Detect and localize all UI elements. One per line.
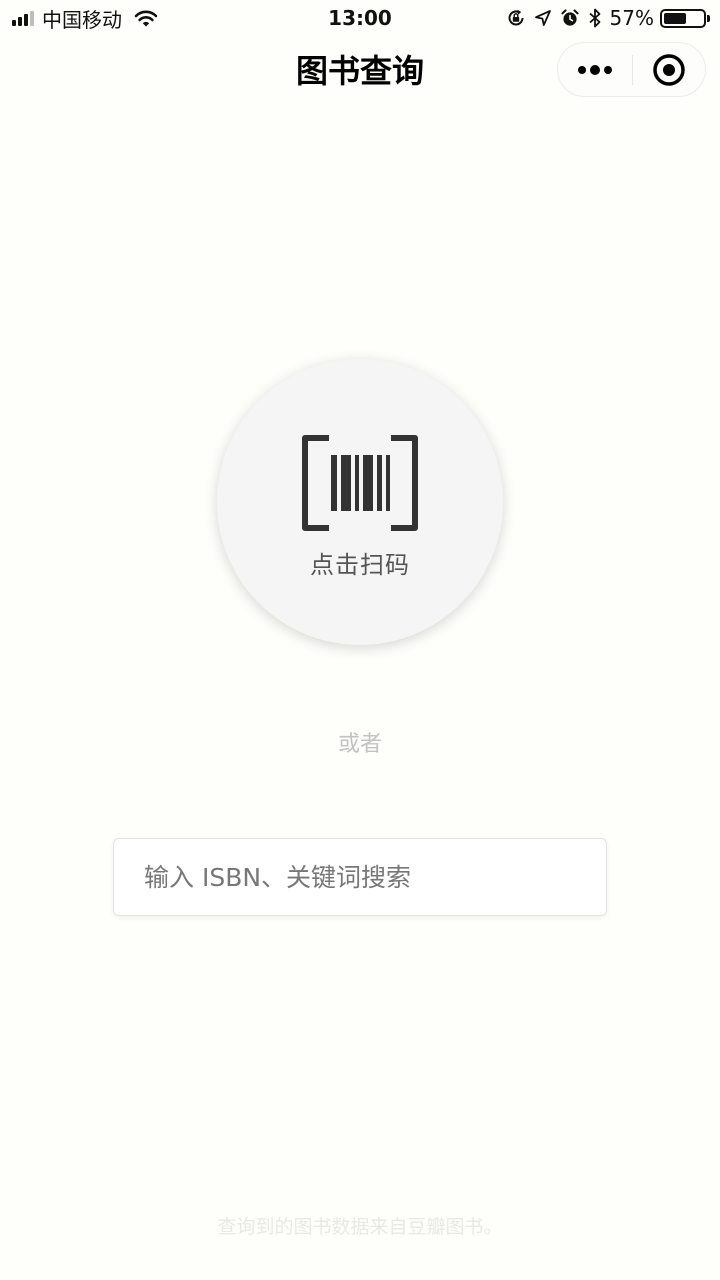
alarm-icon — [560, 9, 579, 26]
scan-label: 点击扫码 — [310, 551, 410, 579]
or-divider-text: 或者 — [337, 732, 382, 757]
scan-button[interactable]: 点击扫码 — [217, 359, 503, 645]
battery-percent: 57% — [609, 6, 654, 30]
search-box — [113, 838, 607, 916]
location-icon — [534, 10, 551, 26]
footer-note: 查询到的图书数据来自豆瓣图书。 — [217, 1216, 503, 1238]
bluetooth-icon — [588, 8, 600, 28]
more-button[interactable] — [558, 43, 632, 96]
battery-icon — [660, 8, 710, 28]
rotation-lock-icon — [508, 9, 524, 26]
more-icon — [577, 64, 612, 75]
mini-program-capsule — [557, 42, 706, 97]
close-target-icon — [653, 53, 685, 86]
status-bar: 中国移动 13:00 57% — [0, 0, 720, 36]
barcode-scan-icon — [302, 435, 418, 531]
search-input[interactable] — [114, 839, 606, 915]
close-button[interactable] — [633, 43, 706, 96]
status-right: 57% — [498, 5, 710, 31]
